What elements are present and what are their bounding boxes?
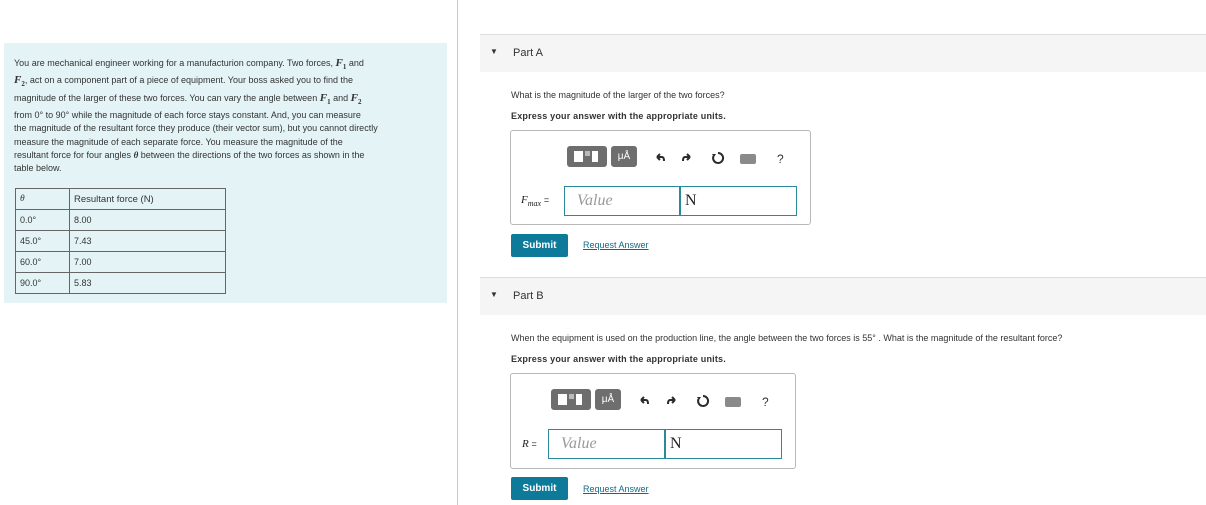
f1-symbol: F [335,57,343,69]
table-cell-angle: 0.0° [15,209,70,231]
part-b-answer-box: μÅ ? R = Value N [510,373,796,469]
table-cell-force: 7.00 [69,251,226,273]
problem-line-3: magnitude of the larger of these two for… [14,92,439,109]
problem-text-1a: You are mechanical engineer working for … [14,58,334,68]
problem-line-6: measure the magnitude of each separate f… [14,136,343,147]
keyboard-icon[interactable] [740,154,756,164]
reset-glyph-icon [712,151,725,164]
units-icon[interactable]: μÅ [611,146,637,167]
table-cell-angle: 45.0° [15,230,70,252]
part-a-request-answer-link[interactable]: Request Answer [583,240,649,250]
f1-vector-2: F1 [319,91,331,106]
table-header-row: θ Resultant force (N) [15,188,226,210]
problem-text-3b: and [333,92,349,103]
templates-glyph-icon [574,151,598,162]
reset-icon[interactable] [711,151,725,167]
f2-vector: F2 [14,74,25,88]
r-unit-input[interactable]: N [665,429,782,459]
equals-sign: = [531,439,537,449]
f1-subscript: 1 [342,63,347,72]
redo-glyph-icon [682,153,691,162]
redo-glyph-icon [667,396,676,405]
problem-text-7a: resultant force for four angles [14,149,132,160]
reset-glyph-icon [697,394,710,407]
undo-glyph-icon [656,153,665,162]
undo-icon[interactable] [638,395,650,409]
table-row: 0.0° 8.00 [15,209,226,231]
part-a-instruction: Express your answer with the appropriate… [511,111,726,121]
problem-panel: You are mechanical engineer working for … [4,43,447,303]
templates-icon[interactable] [551,389,591,410]
f2-symbol-2: F [350,91,358,104]
theta-symbol: θ [133,149,139,160]
problem-line-4: from 0° to 90° while the magnitude of ea… [14,110,361,121]
part-b-submit-button[interactable]: Submit [511,477,568,500]
table-cell-force: 5.83 [69,272,226,294]
equals-sign: = [543,195,550,205]
part-b-question: When the equipment is used on the produc… [511,333,1063,343]
problem-text-2: , act on a component part of a piece of … [24,75,354,86]
undo-icon[interactable] [654,152,666,166]
f2-subscript-2: 2 [357,97,362,106]
part-b-header[interactable]: ▼ Part B [480,277,1206,315]
problem-line-7: resultant force for four angles θ betwee… [14,149,439,162]
redo-icon[interactable] [681,152,693,166]
units-icon[interactable]: μÅ [595,389,621,410]
collapse-caret-icon[interactable]: ▼ [490,290,498,299]
problem-text-3a: magnitude of the larger of these two for… [14,92,318,103]
table-header-force: Resultant force (N) [69,188,226,210]
problem-text-7b: between the directions of the two forces… [140,149,365,160]
templates-icon[interactable] [567,146,607,167]
table-cell-force: 7.43 [69,230,226,252]
redo-icon[interactable] [666,395,678,409]
part-a-answer-box: μÅ ? Fmax = Value N [510,130,811,225]
f2-vector-2: F2 [350,91,362,106]
help-icon[interactable]: ? [777,152,784,166]
problem-line-5: the magnitude of the resultant force the… [14,123,378,134]
help-icon[interactable]: ? [762,395,769,409]
fmax-value-input[interactable]: Value [564,186,680,216]
table-header-theta: θ [15,188,70,210]
reset-icon[interactable] [696,394,710,410]
part-b-instruction: Express your answer with the appropriate… [511,354,726,364]
problem-text-1b: and [348,58,364,68]
problem-statement: You are mechanical engineer working for … [14,57,439,175]
table-cell-force: 8.00 [69,209,226,231]
part-b-request-answer-link[interactable]: Request Answer [583,484,649,494]
table-row: 45.0° 7.43 [15,230,226,252]
fmax-subscript: max [527,199,542,209]
templates-glyph-icon [558,394,582,405]
problem-line-2: F2, act on a component part of a piece o… [14,74,439,91]
table-row: 90.0° 5.83 [15,272,226,294]
r-symbol: R [522,438,529,450]
undo-glyph-icon [640,396,649,405]
panel-divider [457,0,458,505]
fmax-unit-input[interactable]: N [680,186,797,216]
fmax-symbol: F [521,194,528,206]
problem-line-8: table below. [14,162,62,173]
part-a-submit-button[interactable]: Submit [511,234,568,257]
problem-line-1: You are mechanical engineer working for … [14,57,439,74]
table-row: 60.0° 7.00 [15,251,226,273]
keyboard-icon[interactable] [725,397,741,407]
r-label: R = [522,438,537,450]
r-value-input[interactable]: Value [548,429,665,459]
f1-symbol-2: F [319,91,328,104]
f1-subscript-2: 1 [327,97,331,106]
part-a-question: What is the magnitude of the larger of t… [511,90,725,100]
collapse-caret-icon[interactable]: ▼ [490,47,498,56]
fmax-label: Fmax = [521,194,549,208]
force-data-table: θ Resultant force (N) 0.0° 8.00 45.0° 7.… [15,188,226,294]
part-a-header[interactable]: ▼ Part A [480,34,1206,72]
f1-vector: F1 [335,57,347,72]
part-a-title: Part A [513,47,543,59]
table-cell-angle: 90.0° [15,272,70,294]
part-b-title: Part B [513,290,544,302]
table-cell-angle: 60.0° [15,251,70,273]
